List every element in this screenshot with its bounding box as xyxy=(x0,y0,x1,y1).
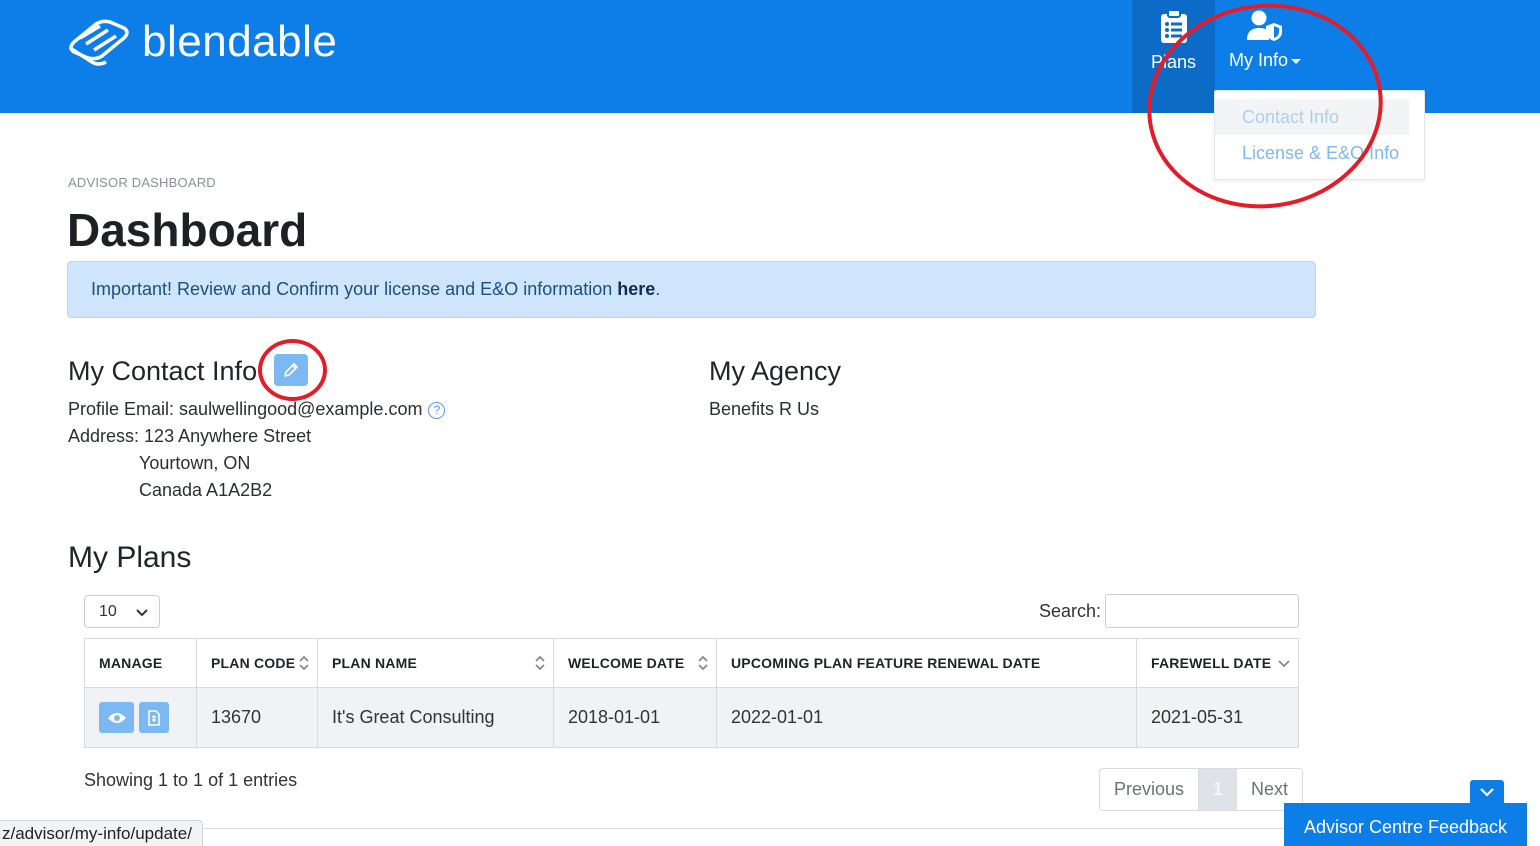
farewell-date-cell: 2021-05-31 xyxy=(1136,687,1299,748)
file-invoice-icon xyxy=(148,709,160,726)
col-plan-code[interactable]: PLAN CODE xyxy=(196,638,318,688)
pagination-previous[interactable]: Previous xyxy=(1100,769,1200,810)
alert-here-link[interactable]: here xyxy=(617,279,655,299)
manage-cell xyxy=(84,687,197,748)
address-line-3: Canada A1A2B2 xyxy=(139,480,273,500)
view-plan-button[interactable] xyxy=(99,702,134,733)
sort-icon xyxy=(299,655,309,671)
plan-document-button[interactable] xyxy=(139,702,169,733)
table-header-row: MANAGE PLAN CODE PLAN NAME WELCOME DATE … xyxy=(84,638,1299,688)
brand-logo[interactable]: blendable xyxy=(66,16,337,68)
plan-name-cell: It's Great Consulting xyxy=(317,687,554,748)
divider xyxy=(67,828,1315,829)
plan-code-cell: 13670 xyxy=(196,687,318,748)
address-line-1: 123 Anywhere Street xyxy=(144,426,312,446)
brand-name: blendable xyxy=(142,17,338,66)
advisor-feedback-button[interactable]: Advisor Centre Feedback xyxy=(1284,803,1527,846)
sort-icon xyxy=(535,655,545,671)
alert-suffix: . xyxy=(655,279,661,299)
profile-email-value: saulwellingood@example.com xyxy=(179,399,423,419)
renewal-date-cell: 2022-01-01 xyxy=(716,687,1137,748)
pagination-page-1[interactable]: 1 xyxy=(1199,769,1238,810)
breadcrumb: ADVISOR DASHBOARD xyxy=(68,175,216,190)
pagination: Previous 1 Next xyxy=(1099,768,1304,811)
eye-icon xyxy=(107,712,126,723)
col-manage: MANAGE xyxy=(84,638,197,688)
address-line-2: Yourtown, ON xyxy=(139,453,251,473)
pencil-icon xyxy=(284,363,298,377)
plans-table: MANAGE PLAN CODE PLAN NAME WELCOME DATE … xyxy=(84,638,1299,748)
edit-contact-button[interactable] xyxy=(274,354,308,386)
contact-info-heading: My Contact Info xyxy=(68,356,258,386)
status-bar-url: z/advisor/my-info/update/ xyxy=(0,820,203,846)
table-info: Showing 1 to 1 of 1 entries xyxy=(84,770,298,790)
sort-desc-icon xyxy=(1278,660,1290,668)
chevron-down-icon xyxy=(1480,788,1494,797)
search-label: Search: xyxy=(1039,601,1102,621)
search-input[interactable] xyxy=(1105,594,1299,628)
chevron-down-icon xyxy=(136,609,148,617)
welcome-date-cell: 2018-01-01 xyxy=(553,687,717,748)
col-renewal-date[interactable]: UPCOMING PLAN FEATURE RENEWAL DATE xyxy=(716,638,1137,688)
page-title: Dashboard xyxy=(67,204,308,256)
profile-email: Profile Email: saulwellingood@example.co… xyxy=(68,399,446,420)
sort-icon xyxy=(698,655,708,671)
col-welcome-date[interactable]: WELCOME DATE xyxy=(553,638,717,688)
feedback-toggle[interactable] xyxy=(1470,780,1504,804)
col-plan-name[interactable]: PLAN NAME xyxy=(317,638,554,688)
col-farewell-date[interactable]: FAREWELL DATE xyxy=(1136,638,1299,688)
help-icon[interactable]: ? xyxy=(428,401,446,419)
my-plans-heading: My Plans xyxy=(68,541,192,574)
address: Address: 123 Anywhere Street xyxy=(68,426,312,446)
alert-text: Important! Review and Confirm your licen… xyxy=(91,279,618,299)
page-length-select[interactable]: 10 xyxy=(84,595,160,628)
agency-name: Benefits R Us xyxy=(709,399,820,419)
license-alert: Important! Review and Confirm your licen… xyxy=(67,261,1316,318)
table-row: 13670 It's Great Consulting 2018-01-01 2… xyxy=(84,687,1299,748)
blendable-logo-icon xyxy=(69,19,129,66)
agency-heading: My Agency xyxy=(709,356,842,386)
